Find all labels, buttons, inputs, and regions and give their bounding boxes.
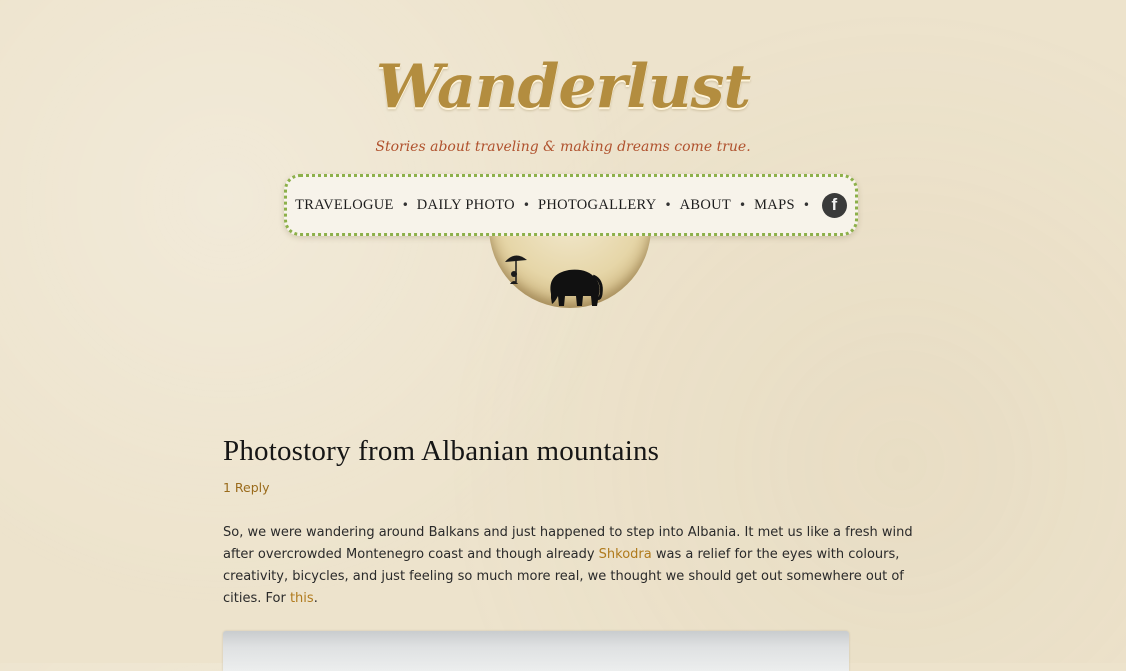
- reply-count-link[interactable]: 1 Reply: [223, 480, 270, 495]
- nav-separator: •: [802, 198, 810, 212]
- nav-item-travelogue[interactable]: TRAVELOGUE: [295, 197, 394, 214]
- nav-item-daily-photo[interactable]: DAILY PHOTO: [417, 197, 515, 214]
- nav-item-maps[interactable]: MAPS: [754, 197, 795, 214]
- excerpt-text: .: [313, 591, 318, 606]
- nav-separator: •: [739, 198, 747, 212]
- nav-separator: •: [522, 198, 530, 212]
- nav-item-photogallery[interactable]: PHOTOGALLERY: [538, 197, 657, 214]
- nav-separator: •: [664, 198, 672, 212]
- main-navigation: TRAVELOGUE • DAILY PHOTO • PHOTOGALLERY …: [284, 174, 858, 236]
- header-emblem: [489, 236, 651, 308]
- post-photo: [223, 631, 849, 671]
- elephant-umbrella-illustration: [505, 255, 603, 306]
- site-tagline: Stories about traveling & making dreams …: [375, 139, 751, 155]
- site-logo[interactable]: Wanderlust: [0, 52, 1126, 122]
- facebook-icon[interactable]: f: [821, 192, 847, 218]
- shkodra-link[interactable]: Shkodra: [599, 547, 652, 562]
- post-title[interactable]: Photostory from Albanian mountains: [223, 435, 659, 468]
- nav-separator: •: [401, 198, 409, 212]
- post-excerpt: So, we were wandering around Balkans and…: [223, 522, 933, 610]
- this-link[interactable]: this: [290, 591, 314, 606]
- nav-item-about[interactable]: ABOUT: [680, 197, 731, 214]
